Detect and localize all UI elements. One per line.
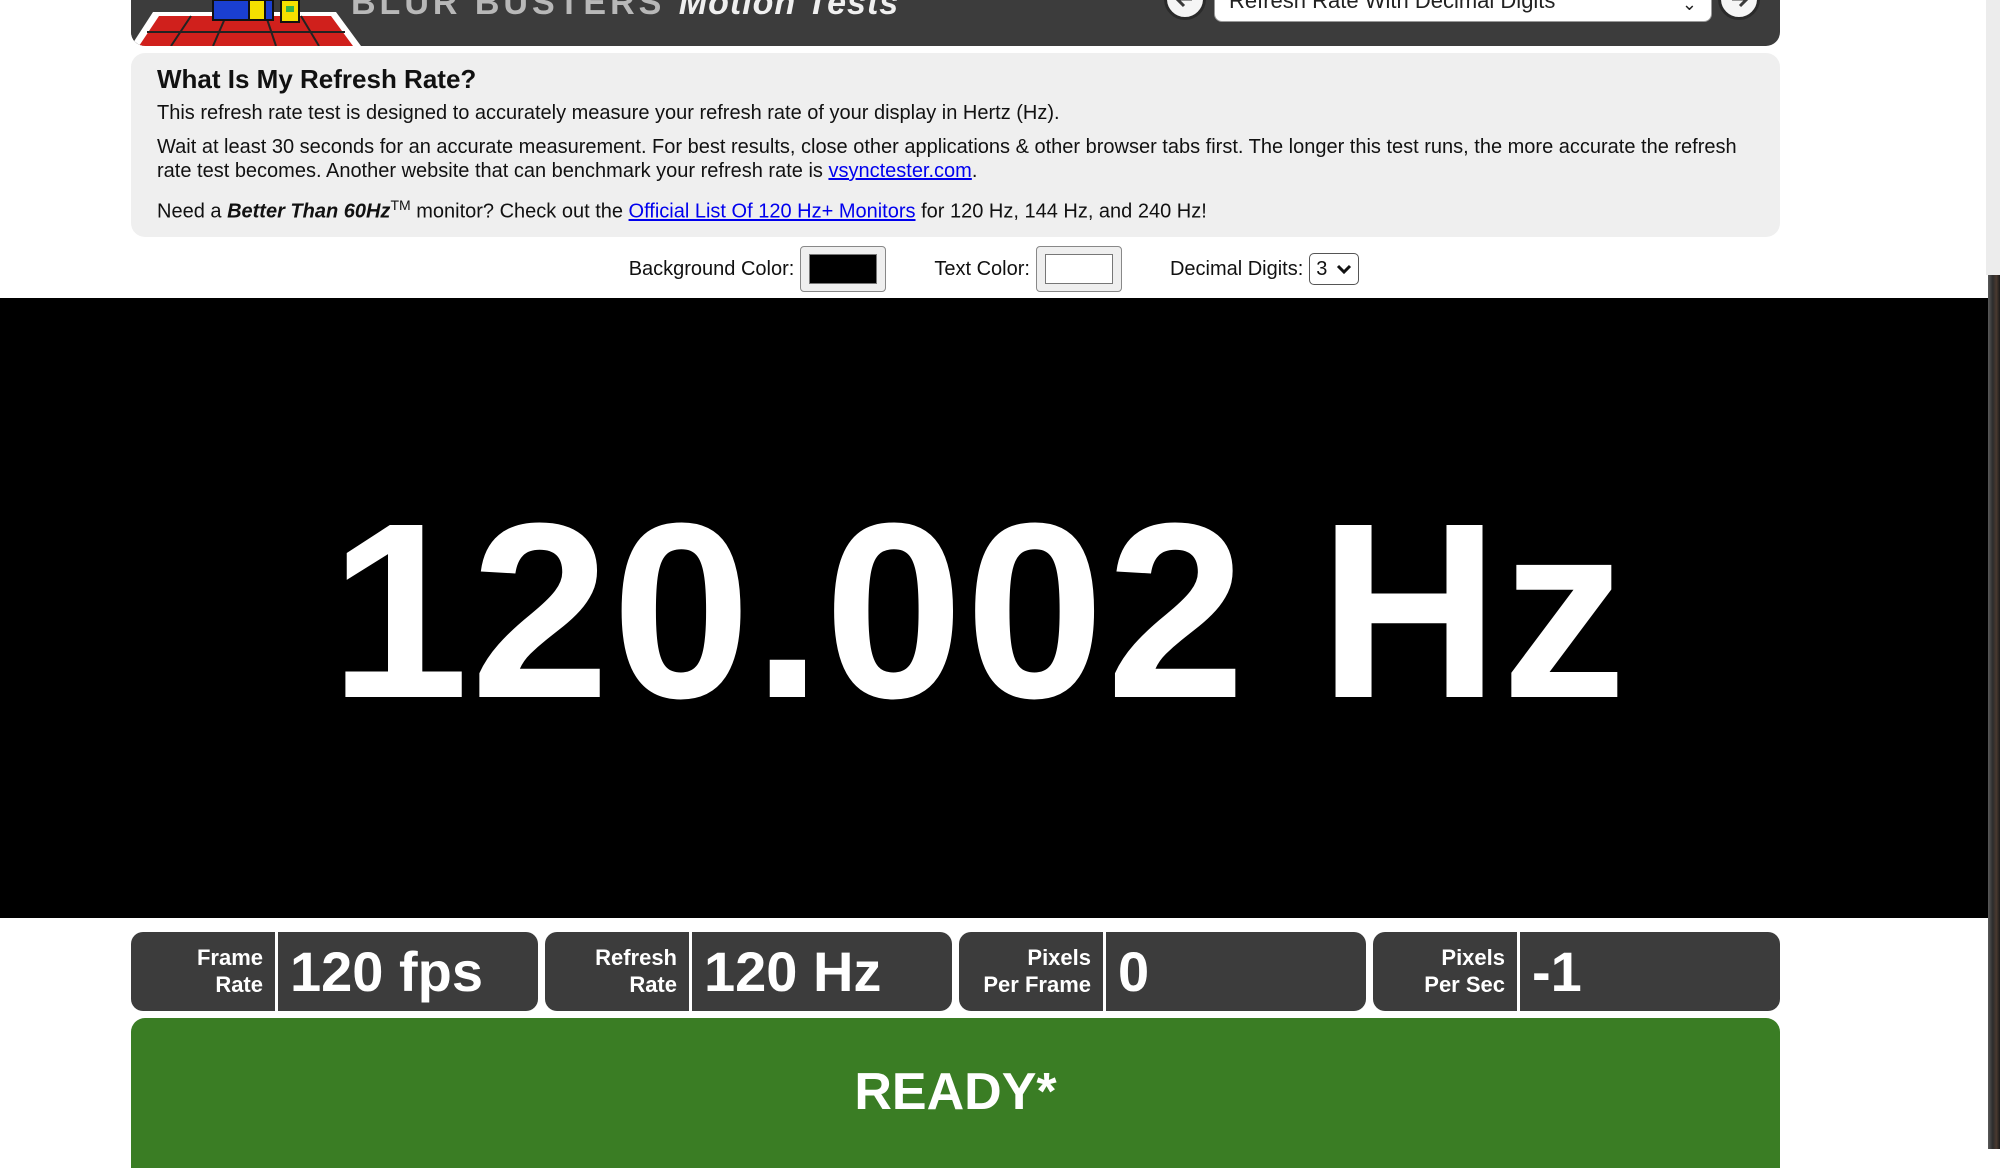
promo-emphasis: Better Than 60Hz xyxy=(227,200,391,223)
next-test-button[interactable] xyxy=(1718,0,1760,20)
site-header: BLUR BUSTERS Motion Tests Refresh Rate W… xyxy=(131,0,1780,46)
info-panel: What Is My Refresh Rate? This refresh ra… xyxy=(131,53,1780,237)
previous-test-button[interactable] xyxy=(1164,0,1206,20)
text-color-control: Text Color: xyxy=(934,246,1122,292)
brand-subtitle: Motion Tests xyxy=(678,0,900,22)
refresh-rate-display: 120.002 Hz xyxy=(0,298,1988,918)
text-color-swatch xyxy=(1044,254,1113,284)
frame-rate-value: 120 fps xyxy=(290,940,483,1003)
chevron-down-icon xyxy=(1337,264,1352,275)
brand-title: BLUR BUSTERS Motion Tests xyxy=(351,0,899,23)
frame-rate-stat: Frame Rate 120 fps xyxy=(131,932,538,1011)
test-selector-dropdown[interactable]: Refresh Rate With Decimal Digits ⌄ xyxy=(1214,0,1712,22)
background-color-label: Background Color: xyxy=(628,257,795,280)
vsynctester-link[interactable]: vsynctester.com xyxy=(828,160,971,182)
trademark-mark: TM xyxy=(390,197,411,213)
decimal-digits-control: Decimal Digits: 3 xyxy=(1169,253,1360,285)
text-color-label: Text Color: xyxy=(934,257,1030,280)
refresh-rate-value: 120 Hz xyxy=(704,940,882,1003)
stats-bar: Frame Rate 120 fps Refresh Rate 120 Hz P… xyxy=(131,932,1780,1011)
text-color-picker[interactable] xyxy=(1035,246,1122,292)
decimal-digits-select[interactable]: 3 xyxy=(1309,253,1360,285)
screen-edge-top xyxy=(1986,0,2000,275)
instructions-paragraph: Wait at least 30 seconds for an accurate… xyxy=(157,135,1754,183)
status-banner: READY* xyxy=(131,1018,1780,1168)
page-title: What Is My Refresh Rate? xyxy=(157,64,477,94)
pixels-per-frame-value: 0 xyxy=(1118,940,1150,1003)
background-color-swatch xyxy=(809,254,878,284)
refresh-rate-label: Refresh Rate xyxy=(545,932,692,1011)
decimal-digits-value: 3 xyxy=(1316,257,1328,280)
refresh-rate-readout: 120.002 Hz xyxy=(329,471,1629,750)
arrow-right-icon xyxy=(1732,0,1749,8)
pixels-per-sec-value: -1 xyxy=(1532,940,1582,1003)
intro-paragraph: This refresh rate test is designed to ac… xyxy=(157,102,1060,124)
display-controls: Background Color: Text Color: Decimal Di… xyxy=(0,244,1988,294)
pixels-per-sec-label: Pixels Per Sec xyxy=(1373,932,1520,1011)
instructions-end: . xyxy=(971,160,978,182)
promo-prefix: Need a xyxy=(157,200,228,223)
background-color-picker[interactable] xyxy=(800,246,887,292)
decimal-digits-label: Decimal Digits: xyxy=(1169,257,1304,280)
blurbusters-logo[interactable] xyxy=(131,0,361,46)
selected-test-label: Refresh Rate With Decimal Digits xyxy=(1229,0,1556,13)
monitor-promo-paragraph: Need a Better Than 60HzTM monitor? Check… xyxy=(157,193,1754,224)
pixels-per-frame-stat: Pixels Per Frame 0 xyxy=(959,932,1366,1011)
chevron-down-icon: ⌄ xyxy=(1681,0,1697,14)
brand-name: BLUR BUSTERS xyxy=(351,0,666,22)
promo-middle: monitor? Check out the xyxy=(410,200,629,223)
monitor-list-link[interactable]: Official List Of 120 Hz+ Monitors xyxy=(629,201,916,223)
pixels-per-frame-label: Pixels Per Frame xyxy=(959,932,1106,1011)
refresh-rate-stat: Refresh Rate 120 Hz xyxy=(545,932,952,1011)
pixels-per-sec-stat: Pixels Per Sec -1 xyxy=(1373,932,1780,1011)
logo-art-icon xyxy=(131,0,361,46)
background-color-control: Background Color: xyxy=(629,246,887,292)
promo-suffix: for 120 Hz, 144 Hz, and 240 Hz! xyxy=(915,200,1207,223)
arrow-left-icon xyxy=(1175,0,1192,8)
frame-rate-label: Frame Rate xyxy=(131,932,278,1011)
